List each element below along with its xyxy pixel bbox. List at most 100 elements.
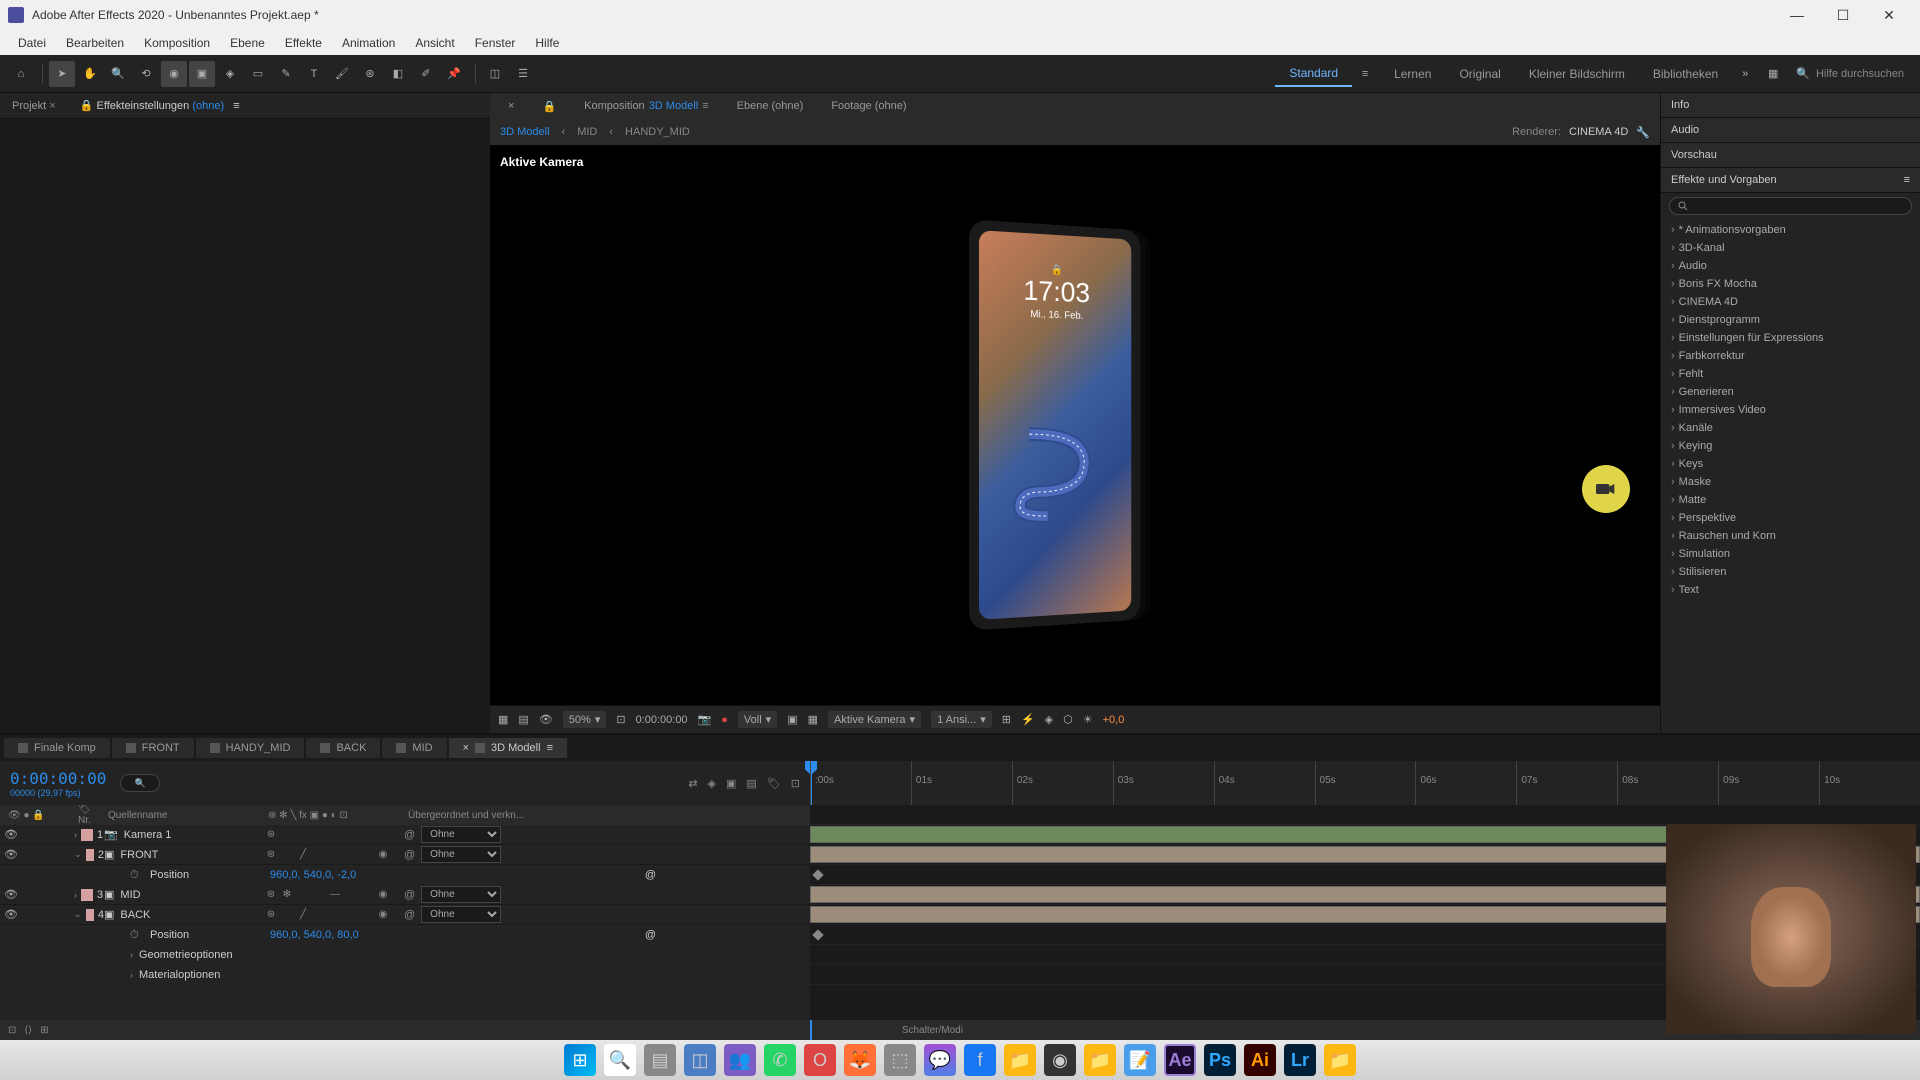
- chevron-right-icon[interactable]: ›: [130, 970, 133, 980]
- home-tool[interactable]: ⌂: [8, 61, 34, 87]
- menu-hilfe[interactable]: Hilfe: [525, 33, 569, 53]
- panel-menu-icon[interactable]: ≡: [702, 100, 708, 112]
- renderer-value[interactable]: CINEMA 4D: [1569, 126, 1628, 138]
- switches-modes-toggle[interactable]: Schalter/Modi: [902, 1025, 963, 1036]
- menu-komposition[interactable]: Komposition: [134, 33, 220, 53]
- tl-icon-2[interactable]: ◈: [708, 777, 716, 790]
- timeline-ruler[interactable]: :00s 01s 02s 03s 04s 05s 06s 07s 08s 09s…: [810, 761, 1920, 805]
- audio-panel-header[interactable]: Audio: [1661, 118, 1920, 143]
- mask-icon[interactable]: 👁: [539, 713, 553, 726]
- frame-blend-icon[interactable]: ⊞: [40, 1025, 48, 1036]
- orbit-tool[interactable]: ⟲: [133, 61, 159, 87]
- exposure-value[interactable]: +0,0: [1103, 714, 1125, 726]
- mag-icon[interactable]: ▦: [498, 713, 508, 726]
- keyframe-icon[interactable]: [812, 929, 823, 940]
- tl-icon-3[interactable]: ▣: [726, 777, 736, 790]
- chevron-right-icon[interactable]: ›: [130, 950, 133, 960]
- messenger-button[interactable]: 💬: [924, 1044, 956, 1076]
- effect-cat-maske[interactable]: Maske: [1661, 473, 1920, 491]
- panel-menu-icon[interactable]: ≡: [547, 742, 553, 754]
- lightroom-button[interactable]: Lr: [1284, 1044, 1316, 1076]
- facebook-button[interactable]: f: [964, 1044, 996, 1076]
- prop-geo-options[interactable]: › Geometrieoptionen: [0, 945, 810, 965]
- explorer-button[interactable]: 📁: [1084, 1044, 1116, 1076]
- chevron-right-icon[interactable]: ›: [74, 890, 77, 900]
- parent-dropdown[interactable]: Ohne: [421, 846, 501, 863]
- layer-row-kamera[interactable]: 👁 ›1 📷Kamera 1 ⊛ @Ohne: [0, 825, 810, 845]
- effect-controls-tab[interactable]: 🔒 Effekteinstellungen (ohne) ≡: [68, 95, 252, 116]
- prop-position-front[interactable]: ⏱ Position 960,0, 540,0, -2,0 @: [0, 865, 810, 885]
- prop-position-back[interactable]: ⏱ Position 960,0, 540,0, 80,0 @: [0, 925, 810, 945]
- zoom-tool[interactable]: 🔍: [105, 61, 131, 87]
- zoom-dropdown[interactable]: 50% ▾: [563, 711, 607, 728]
- workspace-reset-icon[interactable]: ▦: [1760, 61, 1786, 87]
- teams-button[interactable]: 👥: [724, 1044, 756, 1076]
- app-button[interactable]: ⬚: [884, 1044, 916, 1076]
- effect-cat-cinema4d[interactable]: CINEMA 4D: [1661, 293, 1920, 311]
- obs-button[interactable]: ◉: [1044, 1044, 1076, 1076]
- layer-tab[interactable]: Ebene (ohne): [725, 96, 816, 116]
- pickwhip-icon[interactable]: @: [645, 929, 656, 941]
- keyframe-icon[interactable]: [812, 869, 823, 880]
- align-tool[interactable]: ☰: [510, 61, 536, 87]
- composition-tab[interactable]: Komposition 3D Modell ≡: [572, 96, 721, 116]
- crumb-mid[interactable]: MID: [577, 126, 597, 138]
- fast-preview-icon[interactable]: ⚡: [1021, 713, 1035, 726]
- panel-menu-icon[interactable]: ≡: [1904, 174, 1910, 186]
- start-button[interactable]: ⊞: [564, 1044, 596, 1076]
- tl-tab-handy-mid[interactable]: HANDY_MID: [196, 738, 305, 758]
- preview-panel-header[interactable]: Vorschau: [1661, 143, 1920, 168]
- app-button[interactable]: 📁: [1324, 1044, 1356, 1076]
- brush-tool[interactable]: 🖌: [329, 61, 355, 87]
- selection-tool[interactable]: ➤: [49, 61, 75, 87]
- visibility-toggle[interactable]: 👁: [4, 828, 18, 842]
- tl-tab-3d-modell[interactable]: ×3D Modell≡: [449, 738, 567, 758]
- menu-datei[interactable]: Datei: [8, 33, 56, 53]
- layer-color[interactable]: [81, 829, 93, 841]
- pickwhip-icon[interactable]: @: [404, 849, 415, 861]
- effect-cat-perspektive[interactable]: Perspektive: [1661, 509, 1920, 527]
- visibility-toggle[interactable]: 👁: [4, 908, 18, 922]
- notepad-button[interactable]: 📝: [1124, 1044, 1156, 1076]
- menu-effekte[interactable]: Effekte: [275, 33, 332, 53]
- workspace-overflow-icon[interactable]: »: [1732, 61, 1758, 87]
- effect-cat-kanaele[interactable]: Kanäle: [1661, 419, 1920, 437]
- taskview-button[interactable]: ▤: [644, 1044, 676, 1076]
- roto-tool[interactable]: ✐: [413, 61, 439, 87]
- timecode-display[interactable]: 0:00:00:00: [636, 714, 688, 726]
- channel-icon[interactable]: ●: [721, 714, 728, 726]
- effect-cat-immersives[interactable]: Immersives Video: [1661, 401, 1920, 419]
- menu-ebene[interactable]: Ebene: [220, 33, 275, 53]
- transparency-icon[interactable]: ▦: [808, 713, 818, 726]
- effect-cat-text[interactable]: Text: [1661, 581, 1920, 599]
- effect-cat-generieren[interactable]: Generieren: [1661, 383, 1920, 401]
- crumb-3d-modell[interactable]: 3D Modell: [500, 126, 550, 138]
- clone-tool[interactable]: ⊛: [357, 61, 383, 87]
- tl-icon-1[interactable]: ⇄: [688, 777, 697, 790]
- composition-viewport[interactable]: Aktive Kamera 🔒 17:03 Mi., 16. Feb.: [490, 145, 1660, 705]
- chevron-down-icon[interactable]: ⌄: [74, 849, 82, 860]
- 3d-icon[interactable]: ◈: [1045, 713, 1053, 726]
- visibility-toggle[interactable]: 👁: [4, 848, 18, 862]
- layer-color[interactable]: [86, 909, 94, 921]
- eraser-tool[interactable]: ◧: [385, 61, 411, 87]
- toggle-switches-icon[interactable]: ⊡: [8, 1025, 16, 1036]
- exposure-icon[interactable]: ☀: [1083, 713, 1093, 726]
- workspace-standard[interactable]: Standard: [1275, 61, 1352, 87]
- whatsapp-button[interactable]: ✆: [764, 1044, 796, 1076]
- tl-icon-4[interactable]: ▤: [746, 777, 756, 790]
- effect-cat-audio[interactable]: Audio: [1661, 257, 1920, 275]
- after-effects-button[interactable]: Ae: [1164, 1044, 1196, 1076]
- effects-search-input[interactable]: [1669, 197, 1912, 215]
- parent-dropdown[interactable]: Ohne: [421, 886, 501, 903]
- effects-panel-header[interactable]: Effekte und Vorgaben ≡: [1661, 168, 1920, 193]
- parent-dropdown[interactable]: Ohne: [421, 826, 501, 843]
- crumb-handy-mid[interactable]: HANDY_MID: [625, 126, 690, 138]
- pickwhip-icon[interactable]: @: [404, 889, 415, 901]
- workspace-original[interactable]: Original: [1445, 62, 1514, 86]
- files-button[interactable]: 📁: [1004, 1044, 1036, 1076]
- rotation-tool[interactable]: ◉: [161, 61, 187, 87]
- tl-icon-5[interactable]: 🏷: [767, 777, 781, 790]
- info-panel-header[interactable]: Info: [1661, 93, 1920, 118]
- brackets-icon[interactable]: ⟨⟩: [24, 1025, 32, 1036]
